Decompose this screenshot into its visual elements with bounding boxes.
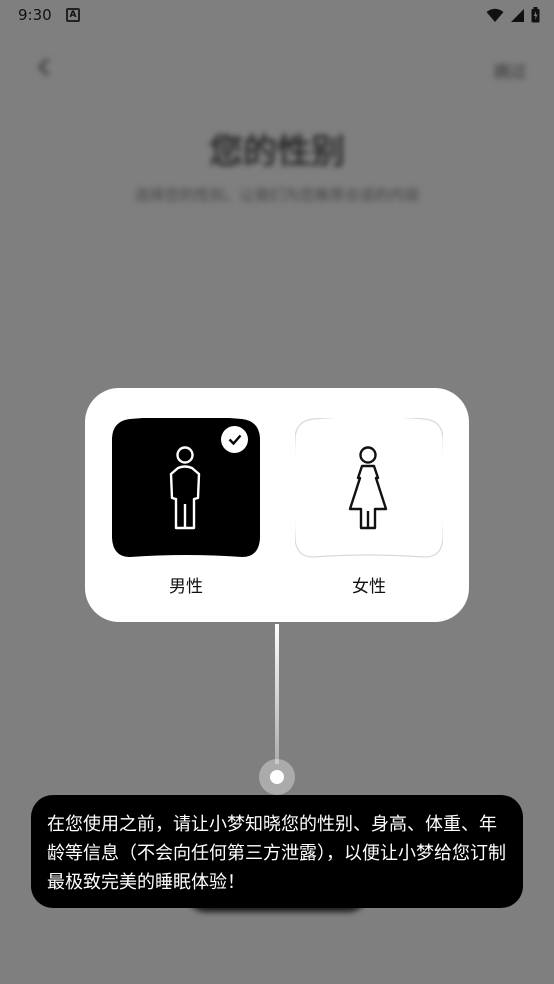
gender-label-female: 女性 — [352, 577, 386, 597]
page-subtitle: 选择您的性别，让我们为您推荐合适的内容 — [134, 186, 420, 204]
gender-option-male[interactable] — [112, 418, 260, 558]
guide-dot-center — [270, 770, 284, 784]
check-icon — [228, 434, 241, 445]
page-title: 您的性别 — [209, 132, 345, 172]
selected-badge — [221, 426, 248, 453]
female-tile — [295, 418, 443, 558]
guide-connector-line — [275, 624, 279, 764]
onboarding-tooltip[interactable]: 在您使用之前，请让小梦知晓您的性别、身高、体重、年龄等信息（不会向任何第三方泄露… — [31, 795, 523, 908]
gender-option-female[interactable] — [295, 418, 443, 558]
skip-button[interactable]: 跳过 — [494, 58, 526, 82]
gender-label-male: 男性 — [169, 577, 203, 597]
back-arrow-icon[interactable] — [34, 56, 56, 78]
tooltip-text: 在您使用之前，请让小梦知晓您的性别、身高、体重、年龄等信息（不会向任何第三方泄露… — [47, 814, 506, 893]
gender-selection-card: 男性 女性 — [85, 388, 469, 622]
